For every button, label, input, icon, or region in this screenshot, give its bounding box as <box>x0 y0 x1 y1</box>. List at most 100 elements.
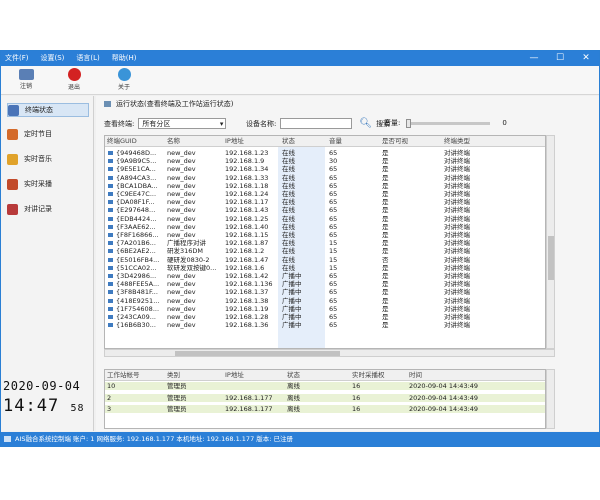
column-header[interactable]: IP地址 <box>225 136 244 147</box>
table-row[interactable]: {9A9B9C5... new_dev 192.168.1.9 在线 30 是 对讲终端 <box>105 157 545 165</box>
table-row[interactable]: {3F8B481F... new_dev 192.168.1.37 广播中 65 是 对讲终… <box>105 288 545 296</box>
table-cell: 对讲终端 <box>444 280 470 289</box>
table-row[interactable]: {DA08F1F... new_dev 192.168.1.17 在线 65 是 对讲终端 <box>105 198 545 206</box>
table-cell: {E297648... <box>107 206 165 214</box>
column-header[interactable]: 状态 <box>287 370 300 381</box>
table-cell: new_dev <box>167 288 196 297</box>
volume-value: 0 <box>502 119 507 127</box>
vertical-scroll-thumb[interactable] <box>548 236 554 280</box>
status-bar: AIS融合系统控制端 账户: 1 网络服务: 192.168.1.177 本机地… <box>1 432 599 446</box>
column-header[interactable]: 类别 <box>167 370 180 381</box>
horizontal-scroll-thumb[interactable] <box>175 351 340 356</box>
terminal-table-vertical-scrollbar[interactable] <box>546 135 555 349</box>
table-cell: 是 <box>382 206 389 215</box>
column-header[interactable]: IP地址 <box>225 370 244 381</box>
table-cell: 是 <box>382 190 389 198</box>
terminal-table: 终端GUID 名称 IP地址 状态 音量 是否可视 终端类型 {949468D... new_… <box>104 135 546 349</box>
table-row[interactable]: {16B6B30... new_dev 192.168.1.36 广播中 65 是 对讲终端 <box>105 321 545 329</box>
power-icon <box>67 68 81 81</box>
table-row[interactable]: {F8F16866... new_dev 192.168.1.15 在线 65 是 对讲终端 <box>105 231 545 239</box>
table-cell: 广播中 <box>282 313 302 321</box>
filter-label: 查看终端: <box>104 119 135 128</box>
volume-slider[interactable] <box>406 118 491 128</box>
logout-button[interactable]: 注销 <box>13 67 39 90</box>
table-cell: 研发316DM <box>167 247 204 256</box>
maximize-button[interactable]: ☐ <box>547 51 573 66</box>
table-row[interactable]: {9E5E1CA... new_dev 192.168.1.34 在线 65 是 对讲终端 <box>105 165 545 173</box>
sidebar-item-live-music[interactable]: 实时音乐 <box>7 152 89 166</box>
menu-file[interactable]: 文件(F) <box>5 53 29 63</box>
table-cell: new_dev <box>167 198 196 207</box>
table-row[interactable]: {6BE2AE2... 研发316DM 192.168.1.2 在线 15 是 对讲终端 <box>105 247 545 255</box>
table-cell: 65 <box>329 198 338 207</box>
table-row[interactable]: {488FEE5A... new_dev 192.168.1.136 广播中 65 是 对讲… <box>105 280 545 288</box>
close-button[interactable]: ✕ <box>573 51 599 66</box>
table-cell: {488FEE5A... <box>107 280 165 288</box>
sidebar-item-live-broadcast[interactable]: 实时采播 <box>7 177 89 191</box>
column-header[interactable]: 状态 <box>282 136 295 147</box>
menu-language[interactable]: 语言(L) <box>76 53 99 63</box>
menu-help[interactable]: 帮助(H) <box>112 53 137 63</box>
exit-button[interactable]: 退出 <box>61 67 87 91</box>
column-header[interactable]: 工作站帐号 <box>107 370 140 381</box>
table-cell: 192.168.1.33 <box>225 173 269 182</box>
terminal-table-horizontal-scrollbar[interactable] <box>104 349 555 357</box>
table-row[interactable]: {BCA1DBA... new_dev 192.168.1.18 在线 65 是 对讲终端 <box>105 182 545 190</box>
logout-icon <box>18 69 34 80</box>
search-icon[interactable]: 🔍︎ <box>359 118 372 129</box>
table-cell: 在线 <box>282 214 295 223</box>
menu-settings[interactable]: 设置(S) <box>41 53 65 63</box>
table-row[interactable]: {418E9251... new_dev 192.168.1.38 广播中 65 是 对讲终… <box>105 297 545 305</box>
clock-date: 2020-09-04 <box>3 379 81 393</box>
table-row[interactable]: {C9EE47C... new_dev 192.168.1.24 在线 65 是 对讲终端 <box>105 190 545 198</box>
volume-slider-handle[interactable] <box>406 118 412 128</box>
table-row[interactable]: {7A201B6... 广播程序对讲 192.168.1.87 在线 15 是 对讲终端 <box>105 239 545 247</box>
table-cell: {3F8B481F... <box>107 288 165 296</box>
table-cell: 管理员 <box>167 393 187 402</box>
clock-hours-minutes: 14:47 <box>3 396 60 416</box>
workstation-table-scrollbar[interactable] <box>546 369 555 429</box>
minimize-button[interactable]: — <box>521 51 547 66</box>
table-row[interactable]: 3 管理员 192.168.1.177 离线 16 2020-09-04 14:43:49 <box>105 405 545 414</box>
table-cell: 是 <box>382 313 389 321</box>
table-cell: 是 <box>382 304 389 313</box>
column-header[interactable]: 终端GUID <box>107 136 137 147</box>
table-row[interactable]: {A894CA3... new_dev 192.168.1.33 在线 65 是 对讲终端 <box>105 174 545 182</box>
app-window: 文件(F) 设置(S) 语言(L) 帮助(H) — ☐ ✕ 注销 退出 关于 终… <box>0 50 600 447</box>
table-row[interactable]: {3D42986... new_dev 192.168.1.42 广播中 65 是 对讲终端 <box>105 272 545 280</box>
partition-select[interactable]: 所有分区 <box>138 118 227 129</box>
sidebar-item-terminal-status[interactable]: 终端状态 <box>7 103 89 117</box>
table-cell: 对讲终端 <box>444 157 470 166</box>
column-header[interactable]: 名称 <box>167 136 180 147</box>
device-name-input[interactable] <box>280 118 353 129</box>
column-header[interactable]: 音量 <box>329 136 342 147</box>
table-row[interactable]: {E297648... new_dev 192.168.1.43 在线 65 是 对讲终端 <box>105 206 545 214</box>
table-row[interactable]: {F3AAE62... new_dev 192.168.1.40 在线 65 是 对讲终端 <box>105 223 545 231</box>
column-header[interactable]: 实时采播权 <box>352 370 385 381</box>
table-row[interactable]: {E5016FB4... 硬研发0830-2 192.168.1.47 在线 15 否 对讲… <box>105 256 545 264</box>
table-row[interactable]: {EDB4424... new_dev 192.168.1.25 在线 65 是 对讲终端 <box>105 215 545 223</box>
sidebar-item-intercom-record[interactable]: 对讲记录 <box>7 202 89 216</box>
table-row[interactable]: {1F754608... new_dev 192.168.1.19 广播中 65 是 对讲终… <box>105 305 545 313</box>
table-cell: 离线 <box>287 382 300 390</box>
table-row[interactable]: 2 管理员 192.168.1.177 离线 16 2020-09-04 14:43:49 <box>105 393 545 402</box>
table-row[interactable]: {51CCA02... 软研发双按键0... 192.168.1.6 在线 15 是 对讲终… <box>105 264 545 272</box>
column-header[interactable]: 终端类型 <box>444 136 470 147</box>
about-button[interactable]: 关于 <box>111 67 137 91</box>
table-cell: 192.168.1.47 <box>225 255 269 264</box>
sidebar-item-scheduled-program[interactable]: 定时节目 <box>7 127 89 141</box>
table-cell: 65 <box>329 165 338 174</box>
table-row[interactable]: {949468D... new_dev 192.168.1.23 在线 65 是 对讲终端 <box>105 149 545 157</box>
table-cell: 是 <box>382 280 389 289</box>
table-row[interactable]: {243CA09... new_dev 192.168.1.28 广播中 65 是 对讲终端 <box>105 313 545 321</box>
sidebar-item-label: 终端状态 <box>25 106 53 114</box>
table-cell: new_dev <box>167 321 196 330</box>
table-row[interactable]: 10 管理员 离线 16 2020-09-04 14:43:49 <box>105 382 545 391</box>
column-header[interactable]: 是否可视 <box>382 136 408 147</box>
table-cell: 192.168.1.36 <box>225 321 269 330</box>
logout-label: 注销 <box>19 83 32 90</box>
table-cell: 对讲终端 <box>444 149 470 157</box>
column-header[interactable]: 时间 <box>409 370 422 381</box>
terminal-filter: 查看终端: 所有分区 <box>104 118 227 129</box>
clock-seconds: 58 <box>70 403 85 414</box>
